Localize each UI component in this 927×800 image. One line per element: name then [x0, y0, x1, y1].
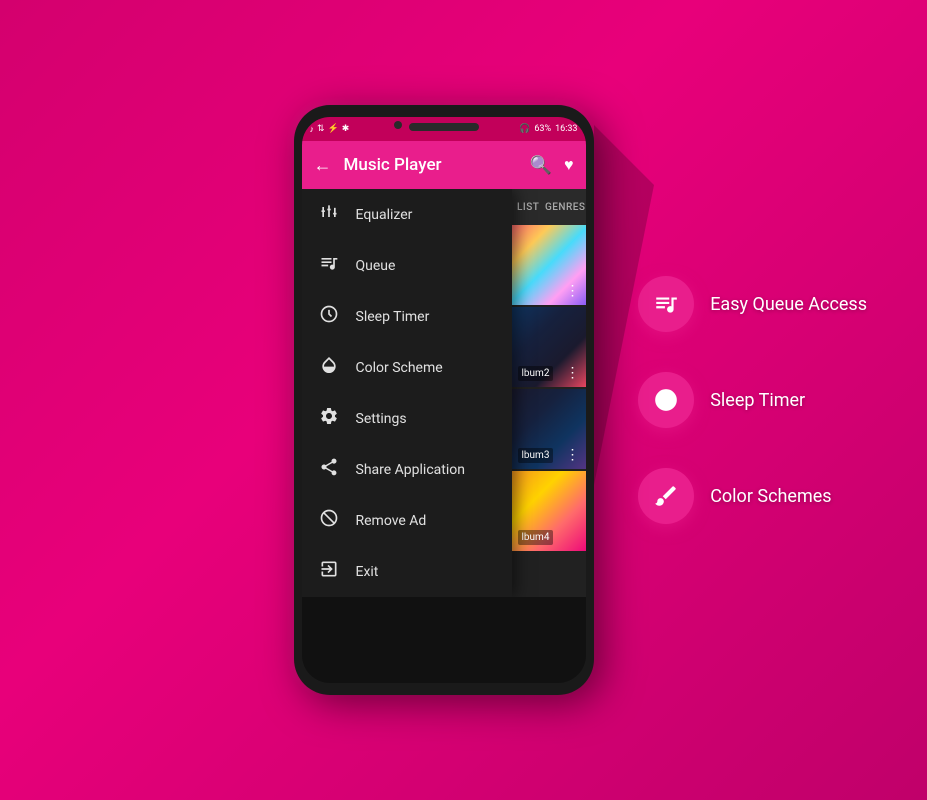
- palette-feature-icon: [653, 483, 679, 509]
- equalizer-icon: [318, 202, 340, 227]
- color-scheme-icon: [318, 355, 340, 380]
- feature-label-color: Color Schemes: [710, 486, 831, 507]
- app-title: Music Player: [344, 155, 518, 175]
- album-label-3: lbum3: [518, 448, 554, 463]
- features-panel: Easy Queue Access Sleep Timer Color Sche…: [638, 276, 867, 524]
- settings-label: Settings: [356, 411, 407, 427]
- equalizer-label: Equalizer: [356, 207, 413, 223]
- drawer-menu: Equalizer Queue: [302, 189, 512, 597]
- time-display: 16:33: [555, 124, 577, 134]
- headphone-icon: 🎧: [519, 124, 530, 134]
- queue-feature-icon: [653, 291, 679, 317]
- album-label-4: lbum4: [518, 530, 554, 545]
- phone-camera: [394, 121, 402, 129]
- share-label: Share Application: [356, 462, 465, 478]
- scene: ♪ ⇅ ⚡ ✱ 🎧 63% 16:33 ← Music Player 🔍 ♥: [0, 0, 927, 800]
- queue-icon: [318, 253, 340, 278]
- menu-item-queue[interactable]: Queue: [302, 240, 512, 291]
- battery-percent: 63%: [534, 124, 551, 134]
- tab-genres[interactable]: GENRES: [545, 189, 586, 225]
- tab-bar: LIST GENRES: [512, 189, 586, 225]
- menu-item-equalizer[interactable]: Equalizer: [302, 189, 512, 240]
- phone-speaker: [409, 123, 479, 131]
- queue-label: Queue: [356, 258, 396, 274]
- tab-list[interactable]: LIST: [512, 189, 545, 225]
- feature-label-timer: Sleep Timer: [710, 390, 805, 411]
- menu-item-settings[interactable]: Settings: [302, 393, 512, 444]
- album-more-2[interactable]: ⋮: [566, 365, 580, 381]
- remove-ad-label: Remove Ad: [356, 513, 427, 529]
- album-list: ⋮ lbum2 ⋮ lbum3 ⋮ lbum4: [512, 225, 586, 553]
- app-bar: ← Music Player 🔍 ♥: [302, 141, 586, 189]
- menu-item-remove-ad[interactable]: Remove Ad: [302, 495, 512, 546]
- status-right-icons: 🎧 63% 16:33: [519, 124, 577, 134]
- feature-label-queue: Easy Queue Access: [710, 294, 867, 315]
- content-area: Equalizer Queue: [302, 189, 586, 597]
- album-panel: LIST GENRES ⋮ lbum2 ⋮ lbum3 ⋮: [512, 189, 586, 597]
- menu-item-sleep-timer[interactable]: Sleep Timer: [302, 291, 512, 342]
- feature-easy-queue: Easy Queue Access: [638, 276, 867, 332]
- album-more-1[interactable]: ⋮: [566, 283, 580, 299]
- menu-item-exit[interactable]: Exit: [302, 546, 512, 597]
- usb-status-icon: ⚡: [328, 124, 339, 134]
- album-item-2[interactable]: lbum2 ⋮: [512, 307, 586, 387]
- feature-sleep-timer: Sleep Timer: [638, 372, 867, 428]
- back-button[interactable]: ←: [314, 155, 332, 176]
- album-label-2: lbum2: [518, 366, 554, 381]
- phone-screen: ♪ ⇅ ⚡ ✱ 🎧 63% 16:33 ← Music Player 🔍 ♥: [302, 117, 586, 683]
- menu-item-share[interactable]: Share Application: [302, 444, 512, 495]
- search-button[interactable]: 🔍: [530, 155, 552, 176]
- menu-item-color-scheme[interactable]: Color Scheme: [302, 342, 512, 393]
- album-item-1[interactable]: ⋮: [512, 225, 586, 305]
- clock-feature-icon: [653, 387, 679, 413]
- sleep-timer-icon: [318, 304, 340, 329]
- bug-status-icon: ✱: [342, 124, 350, 134]
- album-item-4[interactable]: lbum4: [512, 471, 586, 551]
- sync-status-icon: ⇅: [317, 124, 325, 134]
- settings-icon: [318, 406, 340, 431]
- music-status-icon: ♪: [310, 124, 315, 135]
- favorite-button[interactable]: ♥: [564, 155, 574, 175]
- phone: ♪ ⇅ ⚡ ✱ 🎧 63% 16:33 ← Music Player 🔍 ♥: [294, 105, 594, 695]
- album-more-3[interactable]: ⋮: [566, 447, 580, 463]
- share-icon: [318, 457, 340, 482]
- status-left-icons: ♪ ⇅ ⚡ ✱: [310, 124, 350, 135]
- exit-label: Exit: [356, 564, 379, 580]
- exit-icon: [318, 559, 340, 584]
- feature-color-schemes: Color Schemes: [638, 468, 867, 524]
- remove-ad-icon: [318, 508, 340, 533]
- color-scheme-label: Color Scheme: [356, 360, 443, 376]
- album-item-3[interactable]: lbum3 ⋮: [512, 389, 586, 469]
- sleep-timer-label: Sleep Timer: [356, 309, 430, 325]
